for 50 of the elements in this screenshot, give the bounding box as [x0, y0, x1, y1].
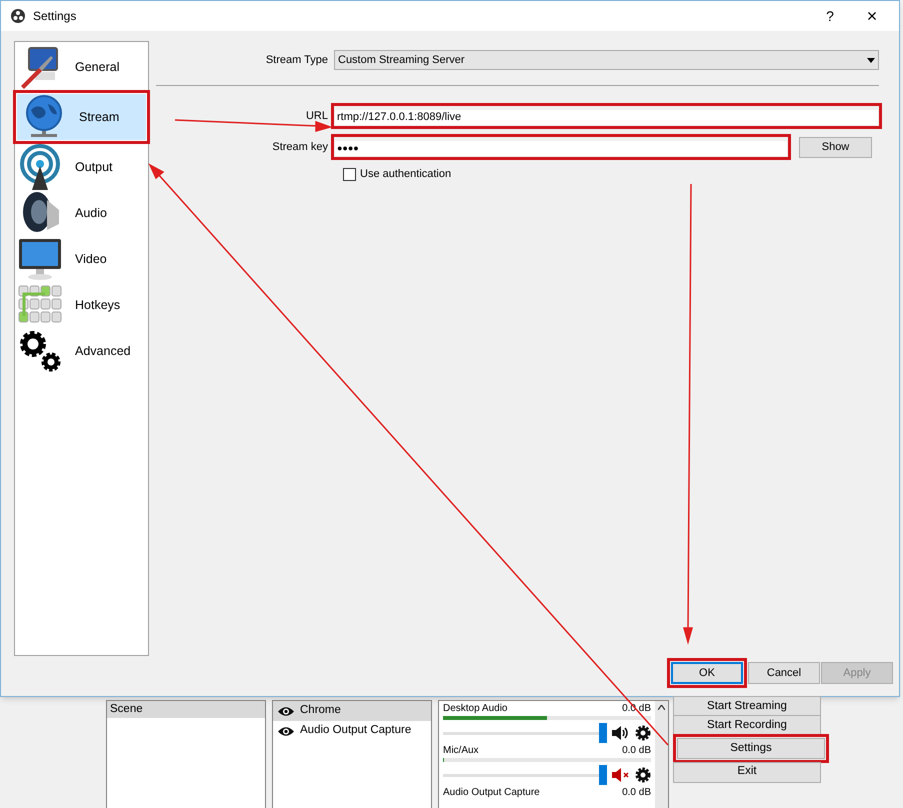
channel-reading: 0.0 dB [622, 787, 651, 799]
scene-item[interactable]: Scene [107, 701, 265, 718]
scrollbar[interactable] [655, 701, 668, 808]
monitor-icon [17, 236, 63, 282]
sidebar-item[interactable]: Audio [13, 190, 150, 236]
url-label: URL [304, 108, 329, 124]
sidebar-item[interactable]: Hotkeys [13, 282, 150, 328]
slider-thumb[interactable] [599, 765, 607, 785]
eye-icon [278, 706, 294, 716]
source-item[interactable]: Audio Output Capture [273, 721, 431, 741]
url-field[interactable]: rtmp://127.0.0.1:8089/live [335, 110, 878, 125]
eye-icon [278, 726, 294, 736]
stream-type-label: Stream Type [264, 52, 329, 68]
show-button[interactable]: Show [799, 136, 872, 158]
channel-name: Desktop Audio [443, 703, 508, 715]
scroll-up-icon[interactable] [658, 705, 665, 710]
stream-key-field[interactable]: ●●●● [335, 140, 787, 156]
sidebar-item[interactable]: Stream [17, 94, 146, 140]
volume-slider[interactable] [443, 765, 607, 785]
checkbox-label: Use authentication [360, 167, 452, 182]
slider-thumb[interactable] [599, 723, 607, 743]
channel-name: Audio Output Capture [443, 787, 540, 799]
window-title: Settings [33, 8, 76, 25]
control-button[interactable]: Settings [677, 738, 825, 760]
volume-slider[interactable] [443, 723, 607, 743]
sidebar-item[interactable]: Video [13, 236, 150, 282]
source-item[interactable]: Chrome [273, 701, 431, 721]
sidebar-item[interactable]: General [13, 44, 150, 90]
gears-icon [17, 328, 63, 374]
dialog-button[interactable]: Cancel [748, 662, 820, 684]
stream-key-label: Stream key [271, 140, 329, 155]
channel-reading: 0.0 dB [622, 745, 651, 757]
checkbox[interactable] [343, 168, 356, 181]
sidebar-item[interactable]: Advanced [13, 328, 150, 374]
dropdown-arrow-icon [867, 58, 875, 62]
dialog-button[interactable]: OK [671, 662, 743, 684]
close-button[interactable]: × [857, 7, 887, 25]
gear-icon[interactable] [635, 725, 651, 741]
help-button[interactable]: ? [815, 6, 845, 26]
control-button[interactable]: Exit [673, 762, 821, 782]
stream-type-dropdown[interactable]: Custom Streaming Server [334, 50, 879, 70]
app-logo-icon [11, 9, 25, 23]
sidebar-item[interactable]: Output [13, 144, 150, 190]
channel-name: Mic/Aux [443, 745, 479, 757]
control-button[interactable]: Start Streaming [673, 696, 821, 718]
muted-speaker-icon[interactable] [612, 768, 630, 782]
gear-icon[interactable] [635, 767, 651, 783]
speaker-icon[interactable] [612, 726, 630, 740]
control-button[interactable]: Start Recording [673, 715, 821, 736]
broadcast-antenna-icon [17, 144, 63, 190]
